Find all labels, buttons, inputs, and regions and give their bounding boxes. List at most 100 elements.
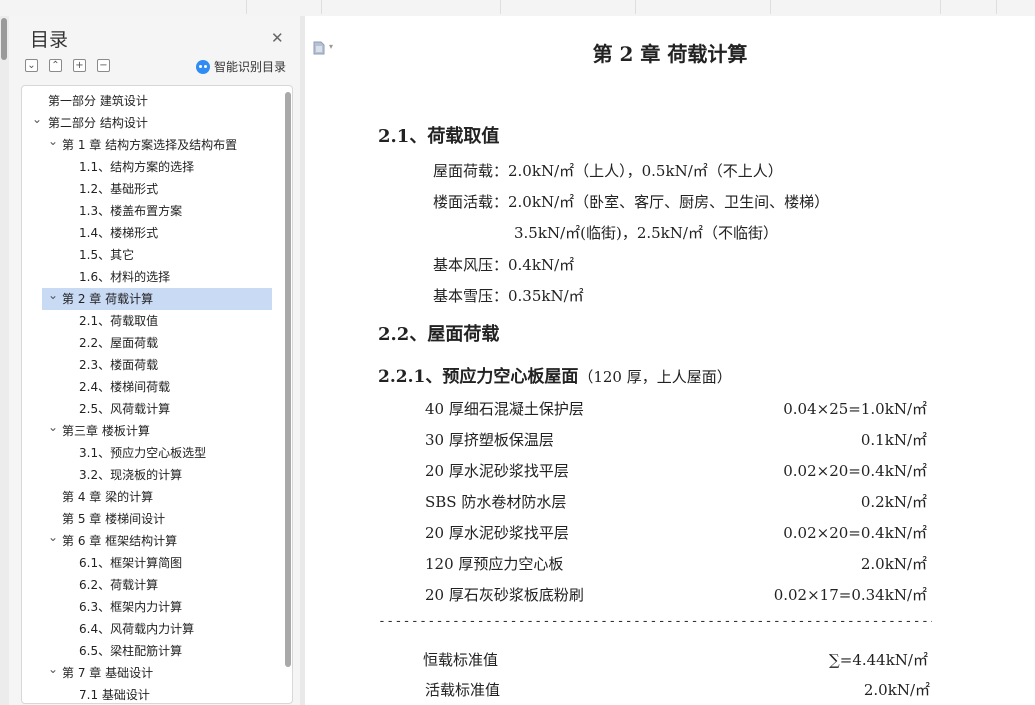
- toc-item[interactable]: 6.2、荷载计算: [22, 574, 284, 596]
- toc-item[interactable]: 6.1、框架计算简图: [22, 552, 284, 574]
- toc-item[interactable]: 1.5、其它: [22, 244, 284, 266]
- roof-layer-name: 20 厚水泥砂浆找平层: [425, 462, 569, 480]
- roof-layer-name: 40 厚细石混凝土保护层: [425, 400, 584, 418]
- chapter-title: 第 2 章 荷载计算: [592, 42, 748, 66]
- separator-line: ----------------------------------------…: [378, 614, 932, 629]
- chevron-down-icon[interactable]: ⌄: [47, 284, 59, 306]
- toc-item-label: 第 7 章 基础设计: [62, 666, 154, 680]
- roof-layer-name: 20 厚石灰砂浆板底粉刷: [425, 586, 584, 604]
- left-scrollbar[interactable]: [0, 16, 9, 705]
- toc-item-label: 6.4、风荷载内力计算: [79, 622, 195, 636]
- remove-icon[interactable]: −: [97, 59, 110, 72]
- expand-all-icon[interactable]: ⌄: [25, 59, 38, 72]
- toc-scroll-thumb[interactable]: [285, 92, 291, 667]
- roof-layer-value: 2.0kN/㎡: [860, 555, 927, 573]
- toc-item-label: 第三章 楼板计算: [62, 424, 150, 438]
- roof-layer-value: 0.2kN/㎡: [860, 493, 927, 511]
- ruler-tick: [321, 0, 322, 14]
- toc-item-label: 第 5 章 楼梯间设计: [62, 512, 166, 526]
- toc-item[interactable]: ⌄ 第二部分 结构设计: [22, 112, 284, 134]
- toc-tree: 第一部分 建筑设计 ⌄ 第二部分 结构设计 ⌄ 第 1 章 结构方案选择及结构布置 1.1…: [21, 85, 293, 704]
- ruler-tick: [246, 0, 247, 14]
- toc-item[interactable]: 2.5、风荷载计算: [22, 398, 284, 420]
- toc-item-label: 2.5、风荷载计算: [79, 402, 171, 416]
- live-load-label: 活载标准值: [425, 681, 501, 699]
- toc-item-label: 1.2、基础形式: [79, 182, 159, 196]
- toc-item[interactable]: 1.6、材料的选择: [22, 266, 284, 288]
- close-icon[interactable]: ✕: [271, 29, 284, 47]
- wind-pressure-text: 基本风压：0.4kN/㎡: [433, 256, 575, 274]
- toc-item[interactable]: 1.1、结构方案的选择: [22, 156, 284, 178]
- floor-live-text-2: 3.5kN/㎡(临街)，2.5kN/㎡（不临街）: [514, 224, 778, 242]
- toc-item[interactable]: ⌄ 第 1 章 结构方案选择及结构布置: [22, 134, 284, 156]
- toc-item[interactable]: 1.4、楼梯形式: [22, 222, 284, 244]
- toc-item[interactable]: 3.1、预应力空心板选型: [22, 442, 284, 464]
- roof-layer-name: 30 厚挤塑板保温层: [425, 431, 554, 449]
- live-load-row: 活载标准值 2.0kN/㎡: [425, 679, 930, 701]
- add-icon[interactable]: +: [73, 59, 86, 72]
- toc-item[interactable]: 6.5、梁柱配筋计算: [22, 640, 284, 662]
- section-2-2-1-title: 2.2.1、预应力空心板屋面: [378, 367, 579, 387]
- smart-toc-label: 智能识别目录: [214, 60, 287, 74]
- chevron-down-icon[interactable]: ⌄: [47, 130, 59, 152]
- toc-item[interactable]: 2.1、荷载取值: [22, 310, 284, 332]
- collapse-all-icon[interactable]: ⌃: [49, 59, 62, 72]
- toc-item-label: 第 4 章 梁的计算: [62, 490, 154, 504]
- chevron-down-icon[interactable]: ⌄: [47, 526, 59, 548]
- toc-item[interactable]: 3.2、现浇板的计算: [22, 464, 284, 486]
- section-2-1-heading: 2.1、荷载取值: [378, 126, 500, 147]
- top-ruler: [0, 0, 1035, 17]
- toc-item[interactable]: 第 5 章 楼梯间设计: [22, 508, 284, 530]
- document-page: ▾ 第 2 章 荷载计算 2.1、荷载取值 屋面荷载：2.0kN/㎡（上人），0…: [305, 16, 1035, 705]
- roof-layer-name: 20 厚水泥砂浆找平层: [425, 524, 569, 542]
- ruler-tick: [770, 0, 771, 14]
- roof-layer-row: SBS 防水卷材防水层 0.2kN/㎡: [425, 491, 927, 513]
- chevron-down-icon[interactable]: ⌄: [47, 416, 59, 438]
- roof-layer-value: 0.02×20=0.4kN/㎡: [783, 524, 927, 542]
- toc-item-label: 3.1、预应力空心板选型: [79, 446, 207, 460]
- live-load-value: 2.0kN/㎡: [863, 681, 930, 699]
- toc-item[interactable]: 6.3、框架内力计算: [22, 596, 284, 618]
- toc-item-label: 2.2、屋面荷载: [79, 336, 159, 350]
- toc-item[interactable]: ⌄ 第 6 章 框架结构计算: [22, 530, 284, 552]
- toc-title: 目录: [30, 29, 69, 51]
- toc-item[interactable]: ⌄ 第 7 章 基础设计: [22, 662, 284, 684]
- chevron-down-icon[interactable]: ⌄: [31, 108, 43, 130]
- section-2-2-1-heading: 2.2.1、预应力空心板屋面（120 厚，上人屋面）: [378, 362, 732, 387]
- toc-item[interactable]: 1.2、基础形式: [22, 178, 284, 200]
- ruler-tick: [635, 0, 636, 14]
- toc-item-label: 6.3、框架内力计算: [79, 600, 183, 614]
- toc-item-label: 3.2、现浇板的计算: [79, 468, 183, 482]
- toc-item-label: 第 6 章 框架结构计算: [62, 534, 178, 548]
- toc-item-label: 1.5、其它: [79, 248, 135, 262]
- toc-item[interactable]: 2.3、楼面荷载: [22, 354, 284, 376]
- snow-pressure-text: 基本雪压：0.35kN/㎡: [433, 287, 584, 305]
- roof-layer-row: 20 厚水泥砂浆找平层 0.02×20=0.4kN/㎡: [425, 522, 927, 544]
- roof-layer-value: 0.02×17=0.34kN/㎡: [773, 586, 927, 604]
- toc-item-label: 6.5、梁柱配筋计算: [79, 644, 183, 658]
- toc-item[interactable]: 第 4 章 梁的计算: [22, 486, 284, 508]
- toc-item[interactable]: 7.1 基础设计: [22, 684, 284, 703]
- toc-item-label: 第 1 章 结构方案选择及结构布置: [62, 138, 238, 152]
- ruler-tick: [940, 0, 941, 14]
- roof-load-text: 屋面荷载：2.0kN/㎡（上人），0.5kN/㎡（不上人）: [433, 162, 783, 180]
- toc-item-label: 1.4、楼梯形式: [79, 226, 159, 240]
- roof-layer-value: 0.1kN/㎡: [860, 431, 927, 449]
- toc-panel: 目录 ✕ ⌄ ⌃ + − 智能识别目录 第一部分 建筑设计 ⌄ 第二部分 结构设计 ⌄…: [9, 16, 300, 705]
- toc-item-label: 2.3、楼面荷载: [79, 358, 159, 372]
- toc-item-label: 6.2、荷载计算: [79, 578, 159, 592]
- toc-item[interactable]: ⌄ 第三章 楼板计算: [22, 420, 284, 442]
- roof-layer-name: SBS 防水卷材防水层: [425, 493, 567, 511]
- toc-item[interactable]: ⌄ 第 2 章 荷载计算: [42, 288, 272, 310]
- toc-item[interactable]: 第一部分 建筑设计: [22, 90, 284, 112]
- roof-layer-row: 20 厚水泥砂浆找平层 0.02×20=0.4kN/㎡: [425, 460, 927, 482]
- toc-item-label: 7.1 基础设计: [79, 688, 150, 702]
- chevron-down-icon[interactable]: ⌄: [47, 658, 59, 680]
- roof-layer-row: 120 厚预应力空心板 2.0kN/㎡: [425, 553, 927, 575]
- smart-toc-button[interactable]: 智能识别目录: [196, 58, 286, 75]
- toc-item[interactable]: 6.4、风荷载内力计算: [22, 618, 284, 640]
- toc-item[interactable]: 1.3、楼盖布置方案: [22, 200, 284, 222]
- toc-item[interactable]: 2.2、屋面荷载: [22, 332, 284, 354]
- left-scroll-thumb[interactable]: [1, 18, 7, 60]
- toc-item[interactable]: 2.4、楼梯间荷载: [22, 376, 284, 398]
